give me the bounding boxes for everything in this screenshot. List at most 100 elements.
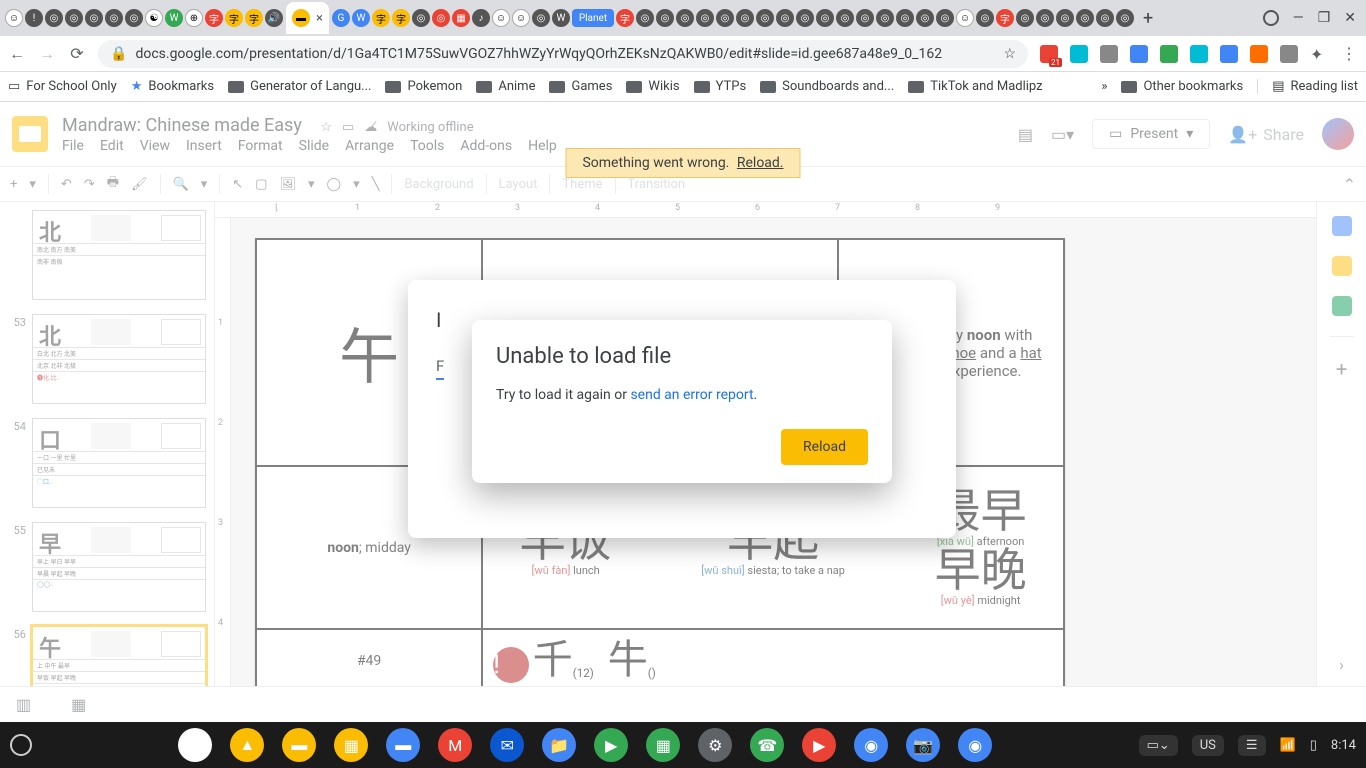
tab-favicon[interactable]: 🔊 bbox=[265, 9, 283, 27]
tab-favicon[interactable]: ◎ bbox=[936, 9, 954, 27]
back-icon[interactable]: ← bbox=[8, 44, 26, 64]
tab-favicon[interactable]: ◎ bbox=[105, 9, 123, 27]
ime-indicator[interactable]: US bbox=[1192, 735, 1224, 756]
tab-favicon[interactable]: ◎ bbox=[896, 9, 914, 27]
shelf-app-icon[interactable]: ▲ bbox=[230, 728, 264, 762]
chrome-menu-icon[interactable]: ⋮ bbox=[1340, 44, 1358, 63]
tab-favicon[interactable]: ▦ bbox=[452, 9, 470, 27]
tab-favicon[interactable]: ◎ bbox=[796, 9, 814, 27]
tab-favicon[interactable]: 字 bbox=[245, 9, 263, 27]
ext-icon[interactable]: 21 bbox=[1040, 45, 1058, 63]
tab-favicon[interactable]: ◎ bbox=[676, 9, 694, 27]
bookmarks-overflow[interactable]: » bbox=[1101, 79, 1107, 94]
bookmark-item[interactable]: ▭For School Only bbox=[8, 79, 117, 94]
star-icon[interactable]: ☆ bbox=[1003, 46, 1016, 62]
bookmark-folder[interactable]: Games bbox=[549, 79, 612, 94]
tab-favicon[interactable]: 字 bbox=[205, 9, 223, 27]
shelf-app-icon[interactable]: ✉ bbox=[490, 728, 524, 762]
tab-favicon[interactable]: ◎ bbox=[776, 9, 794, 27]
shelf-app-icon[interactable] bbox=[178, 728, 212, 762]
tab-favicon[interactable]: W bbox=[352, 9, 370, 27]
minimize-icon[interactable]: — bbox=[1293, 10, 1304, 26]
shelf-app-icon[interactable]: ▬ bbox=[386, 728, 420, 762]
tab-planet[interactable]: Planet bbox=[572, 9, 614, 27]
launcher-icon[interactable] bbox=[10, 734, 32, 756]
tab-favicon[interactable]: ◎ bbox=[636, 9, 654, 27]
bookmark-folder[interactable]: Pokemon bbox=[385, 79, 462, 94]
shelf-app-icon[interactable]: ▬ bbox=[282, 728, 316, 762]
tab-favicon[interactable]: ◎ bbox=[1076, 9, 1094, 27]
system-tray[interactable]: ▭⌄ US ☰ 📶 ▯ 8:14 bbox=[1139, 735, 1356, 756]
tab-favicon[interactable]: ◎ bbox=[836, 9, 854, 27]
shelf-app-icon[interactable]: ◉ bbox=[854, 728, 888, 762]
quick-settings[interactable]: ☰ bbox=[1238, 735, 1266, 756]
toast-reload-link[interactable]: Reload. bbox=[737, 155, 784, 171]
tab-favicon[interactable]: ♪ bbox=[472, 9, 490, 27]
tab-favicon[interactable]: ◎ bbox=[1036, 9, 1054, 27]
tab-favicon[interactable]: 字 bbox=[996, 9, 1014, 27]
shelf-app-icon[interactable]: ◉ bbox=[958, 728, 992, 762]
new-tab-button[interactable]: + bbox=[1143, 8, 1153, 29]
shelf-app-icon[interactable]: ▶ bbox=[594, 728, 628, 762]
ext-icon[interactable] bbox=[1220, 45, 1238, 63]
shelf-app-icon[interactable]: 📁 bbox=[542, 728, 576, 762]
wifi-icon[interactable]: 📶 bbox=[1280, 738, 1296, 753]
reload-icon[interactable]: ⟳ bbox=[68, 44, 86, 63]
tab-favicon[interactable]: ◎ bbox=[876, 9, 894, 27]
tab-favicon[interactable]: W bbox=[165, 9, 183, 27]
shelf-app-icon[interactable]: ☎ bbox=[750, 728, 784, 762]
tab-favicon[interactable]: ◎ bbox=[1096, 9, 1114, 27]
close-window-icon[interactable]: ✕ bbox=[1344, 10, 1356, 26]
tab-favicon[interactable]: 字 bbox=[616, 9, 634, 27]
ext-icon[interactable] bbox=[1250, 45, 1268, 63]
battery-icon[interactable]: ▯ bbox=[1310, 738, 1317, 753]
tab-favicon[interactable]: ☯ bbox=[145, 9, 163, 27]
tab-favicon[interactable]: ◎ bbox=[125, 9, 143, 27]
tab-favicon[interactable]: ! bbox=[25, 9, 43, 27]
tab-favicon[interactable]: ☺ bbox=[5, 9, 23, 27]
tab-active[interactable]: ▬ × bbox=[286, 2, 329, 34]
reading-list[interactable]: ▤Reading list bbox=[1257, 79, 1358, 94]
shelf-app-icon[interactable]: ▦ bbox=[334, 728, 368, 762]
ext-icon[interactable] bbox=[1280, 45, 1298, 63]
shelf-app-icon[interactable]: M bbox=[438, 728, 472, 762]
shelf-app-icon[interactable]: ▦ bbox=[646, 728, 680, 762]
ext-icon[interactable] bbox=[1100, 45, 1118, 63]
ext-icon[interactable] bbox=[1190, 45, 1208, 63]
tab-favicon[interactable]: ◎ bbox=[85, 9, 103, 27]
tab-favicon[interactable]: ◎ bbox=[976, 9, 994, 27]
tab-favicon[interactable]: ◎ bbox=[532, 9, 550, 27]
bookmark-folder[interactable]: Wikis bbox=[626, 79, 679, 94]
tab-favicon[interactable]: ◎ bbox=[412, 9, 430, 27]
clock[interactable]: 8:14 bbox=[1331, 738, 1356, 753]
tab-favicon[interactable]: ◎ bbox=[856, 9, 874, 27]
bookmark-folder[interactable]: Generator of Langu... bbox=[228, 79, 371, 94]
ext-icon[interactable] bbox=[1070, 45, 1088, 63]
tab-favicon[interactable]: 字 bbox=[392, 9, 410, 27]
bookmark-folder[interactable]: TikTok and Madlipz bbox=[908, 79, 1042, 94]
tab-favicon[interactable]: ◎ bbox=[756, 9, 774, 27]
bookmark-folder[interactable]: YTPs bbox=[694, 79, 747, 94]
extensions-menu-icon[interactable]: ✦ bbox=[1310, 45, 1328, 63]
bookmark-item[interactable]: ★Bookmarks bbox=[131, 79, 214, 94]
error-report-link[interactable]: send an error report bbox=[630, 387, 753, 403]
tote-icon[interactable]: ▭⌄ bbox=[1139, 735, 1178, 756]
tab-favicon[interactable]: ◎ bbox=[432, 9, 450, 27]
tab-favicon[interactable]: ◎ bbox=[65, 9, 83, 27]
tab-favicon[interactable]: W bbox=[552, 9, 570, 27]
shelf-app-icon[interactable]: ⚙ bbox=[698, 728, 732, 762]
account-icon[interactable] bbox=[1263, 10, 1279, 26]
tab-favicon[interactable]: ☺ bbox=[956, 9, 974, 27]
other-bookmarks[interactable]: Other bookmarks bbox=[1121, 79, 1243, 94]
tab-favicon[interactable]: ◎ bbox=[45, 9, 63, 27]
bookmark-folder[interactable]: Anime bbox=[476, 79, 535, 94]
tab-favicon[interactable]: ◎ bbox=[716, 9, 734, 27]
tab-favicon[interactable]: ⊕ bbox=[185, 9, 203, 27]
shelf-app-icon[interactable]: 📷 bbox=[906, 728, 940, 762]
maximize-icon[interactable]: ❐ bbox=[1318, 10, 1331, 26]
tab-favicon[interactable]: ◎ bbox=[1056, 9, 1074, 27]
omnibox[interactable]: 🔒 docs.google.com/presentation/d/1Ga4TC1… bbox=[98, 40, 1028, 68]
tab-favicon[interactable]: G bbox=[332, 9, 350, 27]
tab-favicon[interactable]: ◎ bbox=[736, 9, 754, 27]
bookmark-folder[interactable]: Soundboards and... bbox=[760, 79, 894, 94]
